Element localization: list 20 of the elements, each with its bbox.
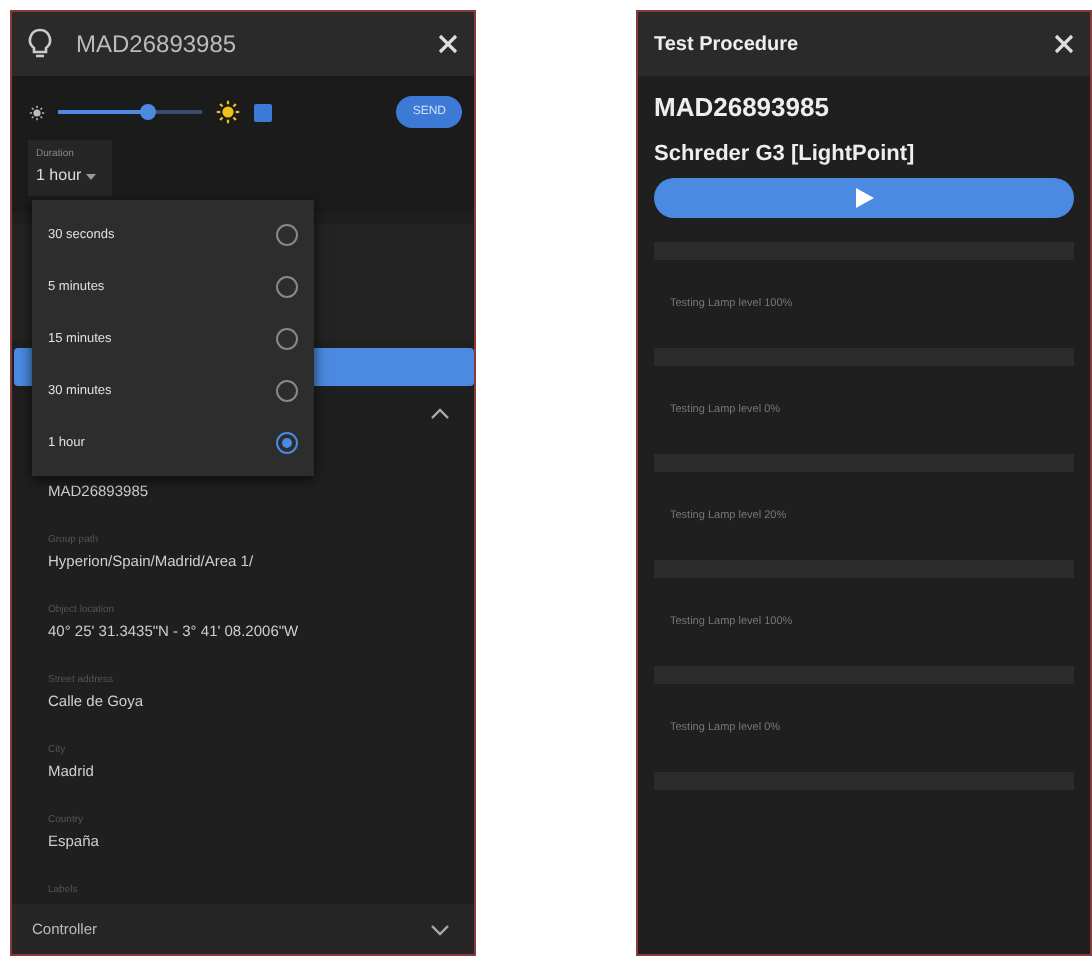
device-id: MAD26893985 [654, 92, 831, 122]
level-badge-icon [254, 103, 272, 121]
radio-button[interactable] [276, 379, 298, 401]
dim-sun-icon [28, 103, 46, 121]
chevron-up-icon[interactable] [430, 408, 450, 421]
window-title: MAD26893985 [76, 30, 239, 58]
device-model: Schreder G3 [LightPoint] [654, 142, 917, 166]
caret-icon [85, 174, 96, 180]
radio-button[interactable] [276, 223, 298, 245]
play-icon [855, 188, 873, 208]
close-icon[interactable] [438, 34, 458, 54]
radio-button[interactable] [276, 431, 298, 453]
chevron-down-icon[interactable] [430, 923, 450, 936]
close-icon[interactable] [1054, 34, 1074, 54]
radio-button[interactable] [276, 275, 298, 297]
play-button[interactable] [654, 178, 1074, 218]
lightbulb-icon [28, 28, 52, 60]
window-title: Test Procedure [654, 33, 801, 55]
radio-button[interactable] [276, 327, 298, 349]
bright-sun-icon [214, 98, 242, 126]
